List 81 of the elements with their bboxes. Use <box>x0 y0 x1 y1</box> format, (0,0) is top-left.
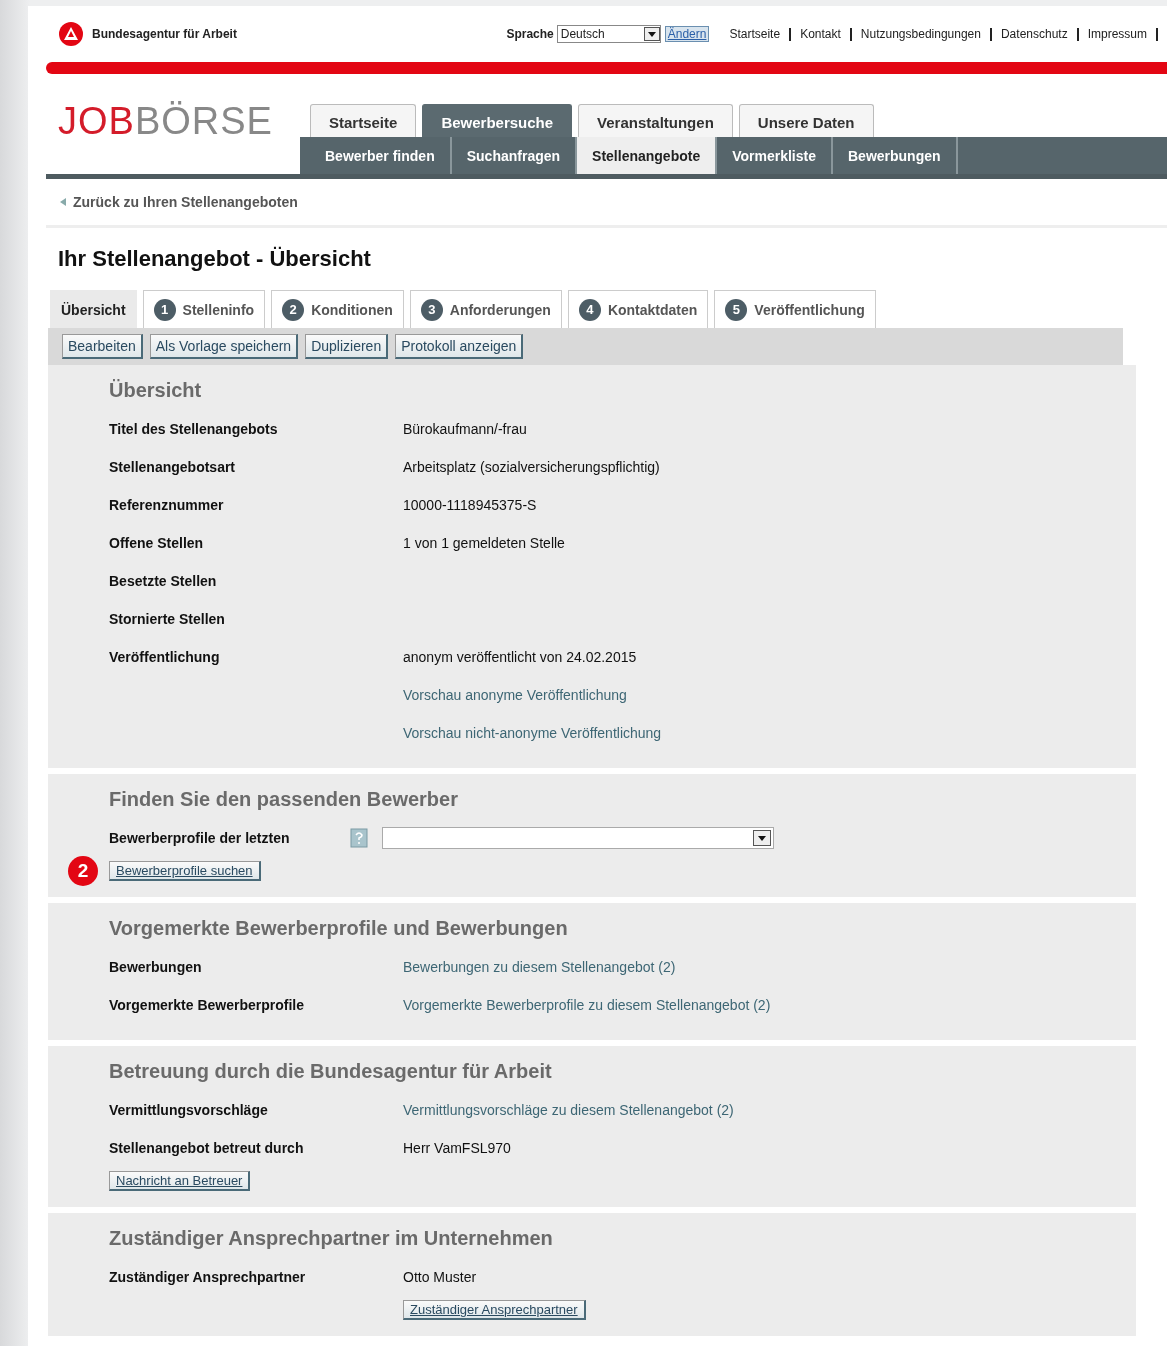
step-label: Konditionen <box>311 301 393 318</box>
field-value: Herr VamFSL970 <box>403 1140 511 1156</box>
step-label: Übersicht <box>61 301 126 318</box>
step-number: 3 <box>420 298 443 321</box>
section-title: Finden Sie den passenden Bewerber <box>109 788 459 811</box>
field-label: Vermittlungsvorschläge <box>109 1102 269 1118</box>
field-value: Bürokaufmann/-frau <box>403 421 527 437</box>
step-label: Anforderungen <box>449 301 551 318</box>
help-icon[interactable] <box>349 828 368 848</box>
agency-name: Bundesagentur für Arbeit <box>92 27 237 41</box>
section-title: Betreuung durch die Bundesagentur für Arbeit <box>109 1060 553 1083</box>
field-label: Zuständiger Ansprechpartner <box>109 1269 307 1285</box>
step-number: 4 <box>578 298 601 321</box>
sub-tab[interactable]: Vormerkliste <box>717 137 833 174</box>
main-tab[interactable]: Bewerbersuche <box>422 104 573 137</box>
change-button[interactable]: Ändern <box>664 26 710 42</box>
step-tab[interactable]: Übersicht <box>50 290 137 328</box>
language-select[interactable]: Deutsch <box>556 25 661 43</box>
step-tab[interactable]: 1 Stelleninfo <box>142 290 266 328</box>
field-label: Titel des Stellenangebots <box>109 421 279 437</box>
agency-logo-icon <box>58 22 84 46</box>
step-number: 2 <box>282 298 305 321</box>
field-label: Bewerbungen <box>109 959 203 975</box>
value-link[interactable]: Bewerbungen zu diesem Stellenangebot (2) <box>403 959 676 975</box>
step-tab[interactable]: 2 Konditionen <box>271 290 404 328</box>
language-label: Sprache <box>506 27 554 41</box>
field-label: Besetzte Stellen <box>109 573 218 589</box>
top-link[interactable]: Impressum <box>1087 27 1147 41</box>
value-link[interactable]: Vorschau nicht-anonyme Veröffentlichung <box>403 725 662 741</box>
field-label: Offene Stellen <box>109 535 205 551</box>
field-label: Stellenangebotsart <box>109 459 237 475</box>
field-label: Veröffentlichung <box>109 649 221 665</box>
top-link[interactable]: Kontakt <box>800 27 841 41</box>
sub-tab[interactable]: Bewerber finden <box>310 137 452 174</box>
main-tab[interactable]: Unsere Daten <box>738 104 874 137</box>
jobboerse-logo[interactable]: JOBBÖRSE <box>46 100 300 143</box>
field-label: Vorgemerkte Bewerberprofile <box>109 997 306 1013</box>
step-label: Stelleninfo <box>182 301 255 318</box>
field-label: Stellenangebot betreut durch <box>109 1140 305 1156</box>
field-value: Otto Muster <box>403 1269 477 1285</box>
field-value: 1 von 1 gemeldeten Stelle <box>403 535 565 551</box>
sub-tab[interactable]: Stellenangebote <box>577 137 718 174</box>
section-title: Zuständiger Ansprechpartner im Unternehmen <box>109 1227 554 1250</box>
top-link[interactable]: Startseite <box>729 27 781 41</box>
field-value: Arbeitsplatz (sozialversicherungspflichtig) <box>403 459 660 475</box>
action-button[interactable]: Protokoll anzeigen <box>395 334 524 359</box>
value-link[interactable]: Vorgemerkte Bewerberprofile zu diesem Stellenangebot (2) <box>403 997 771 1013</box>
section-title: Vorgemerkte Bewerberprofile und Bewerbungen <box>109 917 569 940</box>
top-link[interactable]: Nutzungsbedingungen <box>860 27 981 41</box>
step-number: 1 <box>153 298 176 321</box>
action-button[interactable]: Bearbeiten <box>62 334 143 359</box>
field-value: 10000-1118945375-S <box>403 497 537 513</box>
step-label: Kontaktdaten <box>607 301 698 318</box>
page-title: Ihr Stellenangebot - Übersicht <box>58 246 372 272</box>
select-field[interactable] <box>381 827 774 849</box>
step-tab[interactable]: 4 Kontaktdaten <box>567 290 709 328</box>
step-tab[interactable]: 3 Anforderungen <box>409 290 562 328</box>
dropdown-icon <box>643 27 660 41</box>
step-label: Veröffentlichung <box>754 301 865 318</box>
value-link[interactable]: Vermittlungsvorschläge zu diesem Stellenangebot (2) <box>403 1102 734 1118</box>
step-number: 5 <box>725 298 748 321</box>
section-button[interactable]: Nachricht an Betreuer <box>109 1171 251 1191</box>
back-arrow-icon <box>58 197 68 207</box>
field-value: anonym veröffentlicht von 24.02.2015 <box>403 649 637 665</box>
field-label: Referenznummer <box>109 497 225 513</box>
section-button[interactable]: Bewerberprofile suchen <box>109 861 261 881</box>
top-link[interactable]: Datenschutz <box>1000 27 1068 41</box>
main-tab[interactable]: Veranstaltungen <box>578 104 733 137</box>
value-link[interactable]: Vorschau anonyme Veröffentlichung <box>403 687 627 703</box>
sub-tab[interactable]: Bewerbungen <box>833 137 958 174</box>
callout-badge: 2 <box>68 856 98 886</box>
action-button[interactable]: Duplizieren <box>305 334 389 359</box>
contact-button[interactable]: Zuständiger Ansprechpartner <box>403 1300 586 1320</box>
field-label: Stornierte Stellen <box>109 611 226 627</box>
action-button[interactable]: Als Vorlage speichern <box>149 334 299 359</box>
step-tab[interactable]: 5 Veröffentlichung <box>714 290 876 328</box>
main-tab[interactable]: Startseite <box>310 104 417 137</box>
section-title: Übersicht <box>109 379 203 402</box>
dropdown-icon <box>752 830 771 846</box>
back-link[interactable]: Zurück zu Ihren Stellenangeboten <box>73 194 298 210</box>
field-label: Bewerberprofile der letzten <box>109 830 290 846</box>
